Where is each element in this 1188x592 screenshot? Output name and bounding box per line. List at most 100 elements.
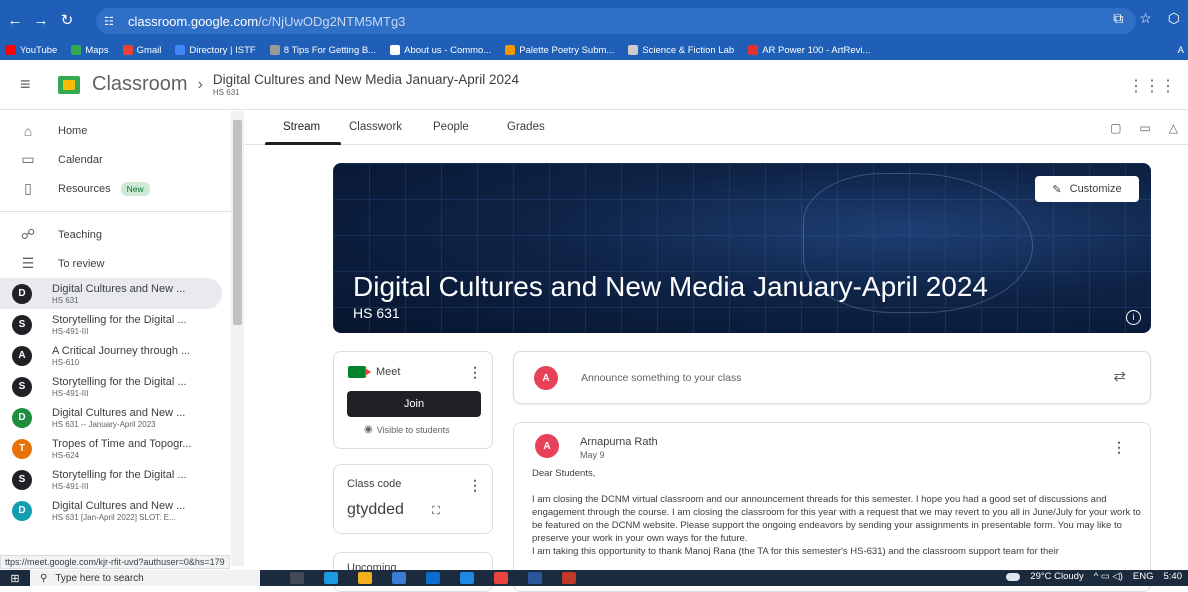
bookmark-label: Maps (85, 44, 109, 56)
sidebar-class-item[interactable]: S Storytelling for the Digital ... HS-491-… (0, 464, 243, 495)
class-avatar: T (12, 438, 32, 459)
bookmark-item[interactable]: About us - Commo... (390, 45, 491, 56)
tray-icons[interactable]: ^ ▭ ◁) (1094, 571, 1123, 582)
bookmark-label: Science & Fiction Lab (642, 44, 735, 56)
tab-people[interactable]: People (433, 121, 469, 133)
customize-button[interactable]: ✎ Customize (1035, 176, 1139, 202)
sidebar-class-item[interactable]: A A Critical Journey through ... HS-610 (0, 340, 243, 371)
file-explorer-icon[interactable] (358, 572, 372, 584)
sidebar-item-label: Teaching (58, 228, 103, 241)
sidebar-item-calendar[interactable]: ▭ Calendar (0, 145, 243, 174)
bookmark-label: Directory | ISTF (189, 44, 256, 56)
bookmarks-overflow[interactable]: A (1178, 45, 1184, 56)
bookmark-item[interactable]: YouTube (6, 45, 57, 56)
video-icon[interactable]: ▢ (1110, 121, 1121, 135)
cast-icon[interactable]: ⧉ (1113, 10, 1123, 27)
back-icon[interactable]: ← (4, 9, 26, 31)
forward-icon[interactable]: → (30, 9, 52, 31)
banner-class-code: HS 631 (353, 305, 400, 321)
clock[interactable]: 5:40 (1164, 571, 1183, 582)
calendar-icon[interactable]: ▭ (1139, 121, 1150, 135)
extensions-icon[interactable]: ⬡ (1168, 10, 1180, 27)
sidebar-class-item[interactable]: S Storytelling for the Digital ... HS-491-… (0, 309, 243, 340)
chevron-right-icon: › (197, 75, 203, 93)
app-icon[interactable] (562, 572, 576, 584)
pencil-icon: ✎ (1052, 183, 1062, 196)
sidebar-class-item[interactable]: S Storytelling for the Digital ... HS-491-… (0, 371, 243, 402)
bookmark-label: 8 Tips For Getting B... (283, 44, 377, 56)
breadcrumb[interactable]: Digital Cultures and New Media January-A… (213, 72, 519, 97)
bookmark-item[interactable]: Gmail (122, 45, 161, 56)
mail-icon[interactable] (426, 572, 440, 584)
class-name: Digital Cultures and New ... (52, 282, 186, 295)
bookmark-star-icon[interactable]: ☆ (1139, 10, 1152, 27)
classroom-logo-icon[interactable] (58, 75, 80, 94)
taskbar-search[interactable]: ⚲ Type here to search (30, 570, 260, 586)
address-bar[interactable]: ☷ classroom.google.com/c/NjUwODg2NTM5MTg… (96, 8, 1136, 34)
sidebar-class-item[interactable]: D Digital Cultures and New ... HS 631 [Jan… (0, 495, 243, 526)
class-avatar: D (12, 283, 32, 304)
sidebar: ⌂ Home ▭ Calendar ▯ Resources New ☍ Teac… (0, 111, 244, 566)
sidebar-item-label: Home (58, 124, 88, 137)
info-icon[interactable]: i (1126, 310, 1141, 325)
post-paragraph: I am closing the DCNM virtual classroom … (532, 494, 1141, 544)
fullscreen-icon[interactable]: ⛶ (432, 505, 440, 518)
reload-icon[interactable]: ↻ (56, 9, 78, 31)
meet-label: Meet (376, 366, 401, 378)
app-icon[interactable] (460, 572, 474, 584)
tab-classwork[interactable]: Classwork (349, 121, 402, 133)
bookmark-item[interactable]: AR Power 100 - ArtRevi... (748, 45, 870, 56)
sidebar-class-item[interactable]: D Digital Cultures and New ... HS 631 -- J… (0, 402, 243, 433)
task-view-icon[interactable] (290, 572, 304, 584)
repost-icon[interactable]: ⇄ (1113, 367, 1126, 385)
more-options-icon[interactable]: ⋮ (1112, 439, 1126, 456)
bookmark-label: About us - Commo... (404, 44, 492, 56)
site-info-icon[interactable]: ☷ (104, 15, 122, 28)
weather-text[interactable]: 29°C Cloudy (1030, 571, 1083, 582)
people-icon: ☍ (20, 226, 36, 242)
bookmark-item[interactable]: 8 Tips For Getting B... (269, 44, 377, 56)
windows-start-icon[interactable]: ⊞ (0, 570, 30, 586)
join-button[interactable]: Join (347, 391, 481, 417)
sidebar-item-resources[interactable]: ▯ Resources New (0, 174, 243, 203)
store-icon[interactable] (392, 572, 406, 584)
language-indicator[interactable]: ENG (1133, 571, 1154, 582)
class-code-card: Class code ⋮ gtydded ⛶ (333, 464, 493, 534)
tab-stream[interactable]: Stream (283, 121, 320, 133)
sidebar-item-to-review[interactable]: ☰ To review (0, 249, 243, 278)
more-options-icon[interactable]: ⋮ (468, 477, 482, 494)
review-icon: ☰ (21, 255, 35, 271)
bookmark-item[interactable]: Maps (71, 44, 109, 56)
sidebar-item-home[interactable]: ⌂ Home (0, 116, 243, 145)
sidebar-scrollbar-thumb[interactable] (233, 120, 242, 325)
sidebar-class-item[interactable]: T Tropes of Time and Topogr... HS-624 (0, 433, 243, 464)
more-options-icon[interactable]: ⋮ (468, 364, 482, 381)
avatar: A (534, 366, 558, 390)
sidebar-item-teaching[interactable]: ☍ Teaching (0, 220, 243, 249)
word-icon[interactable] (528, 572, 542, 584)
customize-label: Customize (1069, 183, 1122, 195)
app-name[interactable]: Classroom (92, 73, 188, 96)
bookmark-favicon-icon (390, 45, 401, 55)
menu-icon[interactable]: ≡ (20, 74, 40, 95)
class-code-label: Class code (347, 478, 402, 490)
class-avatar: S (12, 376, 32, 397)
bookmarks-bar: YouTube Maps Gmail Directory | ISTF 8 Tips F… (0, 40, 1188, 60)
tab-grades[interactable]: Grades (507, 121, 545, 133)
bookmark-item[interactable]: Science & Fiction Lab (628, 45, 734, 56)
bookmark-item[interactable]: Directory | ISTF (175, 44, 256, 56)
edge-icon[interactable] (324, 572, 338, 584)
chrome-icon[interactable] (494, 572, 508, 584)
drive-icon[interactable]: △ (1169, 121, 1178, 135)
bookmark-favicon-icon (122, 45, 133, 55)
post-body: Dear Students, I am closing the DCNM vir… (532, 467, 1144, 558)
sidebar-class-item[interactable]: D Digital Cultures and New ... HS 631 (0, 278, 222, 309)
bookmark-label: YouTube (20, 44, 58, 56)
bookmark-favicon-icon (628, 45, 639, 55)
apps-grid-icon[interactable]: ⋮⋮⋮ (1128, 76, 1176, 96)
cloud-icon (1006, 572, 1021, 581)
announce-box[interactable]: A Announce something to your class ⇄ (513, 351, 1151, 404)
app-header: ≡ Classroom › Digital Cultures and New M… (0, 60, 1188, 110)
post-date: May 9 (580, 450, 605, 460)
bookmark-item[interactable]: Palette Poetry Subm... (505, 45, 614, 56)
